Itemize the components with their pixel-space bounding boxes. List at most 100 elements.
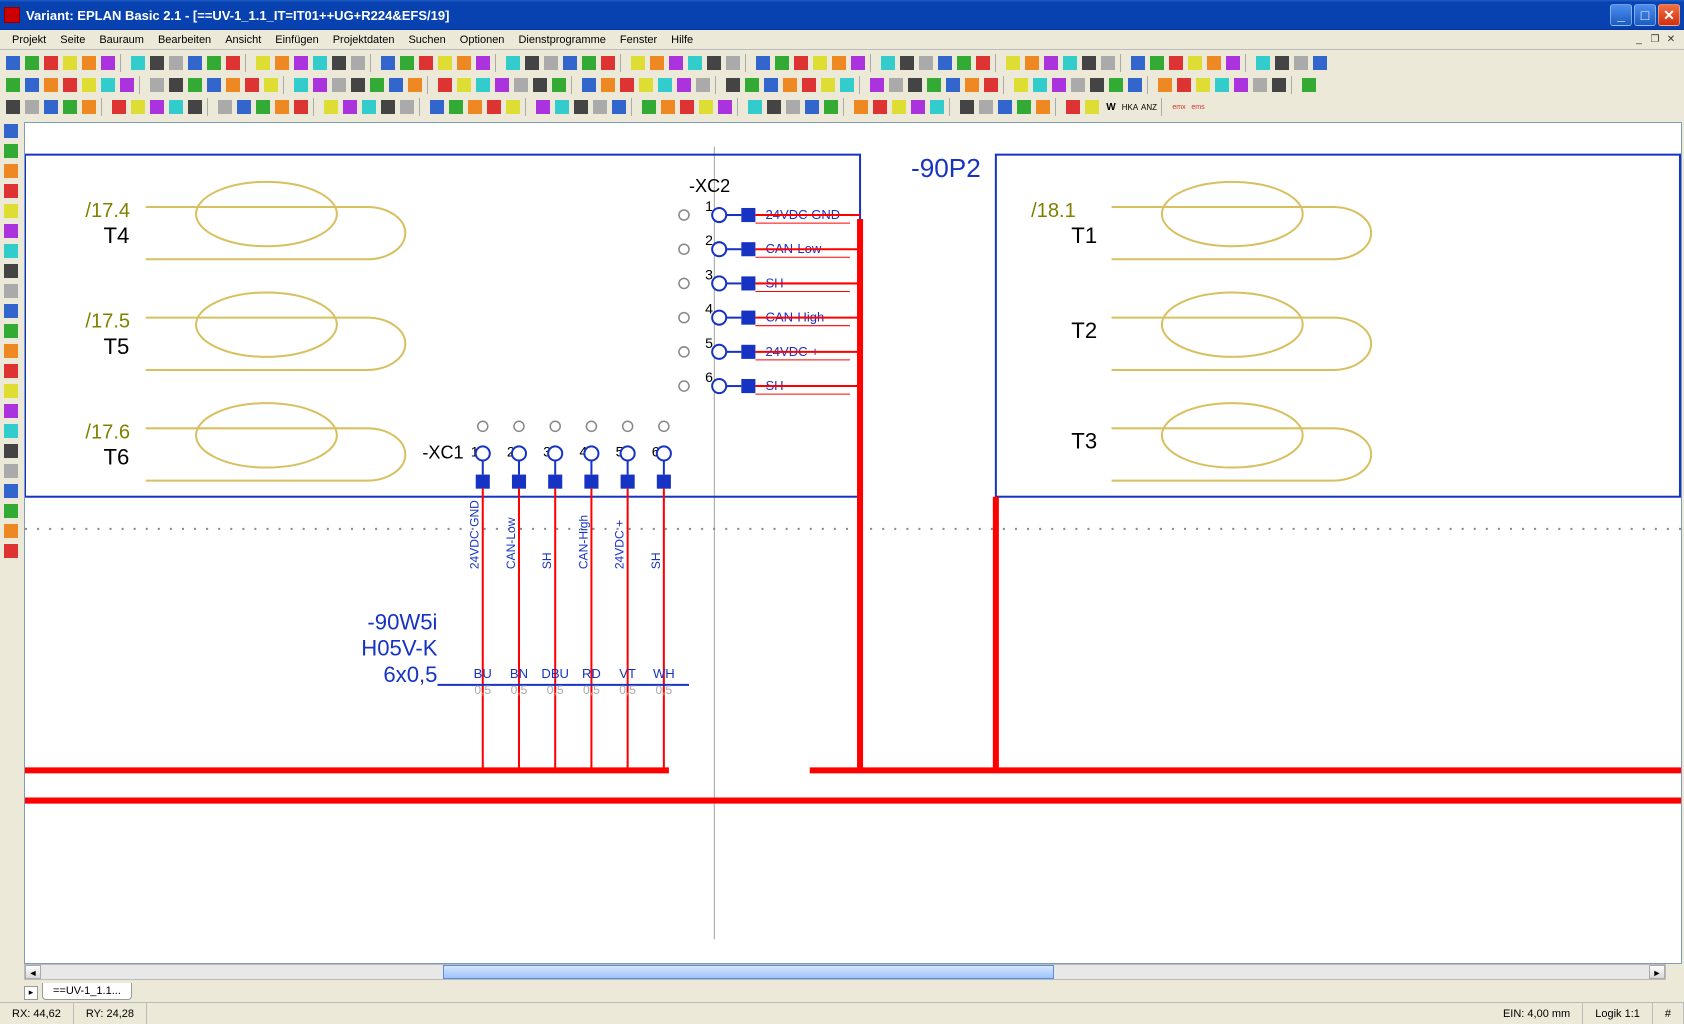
- toolbar-btn-r2-30[interactable]: [618, 76, 636, 94]
- toolbar-btn-anz[interactable]: ANZ: [1140, 98, 1158, 116]
- toolbar-btn-r2-27[interactable]: [550, 76, 568, 94]
- mdi-restore-button[interactable]: ❐: [1648, 33, 1662, 47]
- toolbar-btn-r3-11[interactable]: [235, 98, 253, 116]
- toolbar-btn-r1-28[interactable]: [580, 54, 598, 72]
- toolbar-btn-r1-35[interactable]: [724, 54, 742, 72]
- toolbar-btn-r1-30[interactable]: [629, 54, 647, 72]
- toolbar-btn-r2-47[interactable]: [963, 76, 981, 94]
- toolbar-btn-r1-45[interactable]: [936, 54, 954, 72]
- toolbar-btn-emx[interactable]: emx: [1170, 98, 1188, 116]
- toolbar-btn-r3-30[interactable]: [640, 98, 658, 116]
- left-toolbar-btn-10[interactable]: [2, 322, 20, 340]
- toolbar-btn-r1-59[interactable]: [1224, 54, 1242, 72]
- toolbar-btn-r3-39[interactable]: [822, 98, 840, 116]
- toolbar-btn-r1-39[interactable]: [811, 54, 829, 72]
- toolbar-btn-r1-43[interactable]: [898, 54, 916, 72]
- toolbar-btn-ems[interactable]: ems: [1189, 98, 1207, 116]
- toolbar-btn-r2-2[interactable]: [42, 76, 60, 94]
- left-toolbar-btn-2[interactable]: [2, 162, 20, 180]
- toolbar-btn-r2-53[interactable]: [1088, 76, 1106, 94]
- toolbar-btn-r2-9[interactable]: [186, 76, 204, 94]
- toolbar-btn-r3-51[interactable]: [1083, 98, 1101, 116]
- toolbar-btn-r1-6[interactable]: [129, 54, 147, 72]
- left-toolbar-btn-12[interactable]: [2, 362, 20, 380]
- menu-einfuegen[interactable]: Einfügen: [269, 32, 324, 48]
- toolbar-btn-r1-22[interactable]: [455, 54, 473, 72]
- toolbar-btn-r3-4[interactable]: [80, 98, 98, 116]
- toolbar-btn-r1-46[interactable]: [955, 54, 973, 72]
- toolbar-btn-r2-4[interactable]: [80, 76, 98, 94]
- toolbar-btn-r3-26[interactable]: [553, 98, 571, 116]
- toolbar-btn-r3-0[interactable]: [4, 98, 22, 116]
- menu-suchen[interactable]: Suchen: [402, 32, 451, 48]
- toolbar-btn-r2-38[interactable]: [781, 76, 799, 94]
- toolbar-btn-r3-22[interactable]: [466, 98, 484, 116]
- left-toolbar-btn-19[interactable]: [2, 502, 20, 520]
- toolbar-btn-r1-13[interactable]: [273, 54, 291, 72]
- toolbar-btn-r2-49[interactable]: [1012, 76, 1030, 94]
- toolbar-btn-r1-12[interactable]: [254, 54, 272, 72]
- toolbar-btn-r1-53[interactable]: [1099, 54, 1117, 72]
- toolbar-btn-r2-29[interactable]: [599, 76, 617, 94]
- toolbar-btn-r3-12[interactable]: [254, 98, 272, 116]
- toolbar-btn-r2-61[interactable]: [1251, 76, 1269, 94]
- toolbar-btn-r2-31[interactable]: [637, 76, 655, 94]
- toolbar-btn-r3-44[interactable]: [928, 98, 946, 116]
- mdi-minimize-button[interactable]: _: [1632, 33, 1646, 47]
- toolbar-btn-r1-33[interactable]: [686, 54, 704, 72]
- toolbar-btn-r2-15[interactable]: [311, 76, 329, 94]
- left-toolbar-btn-1[interactable]: [2, 142, 20, 160]
- toolbar-btn-r2-57[interactable]: [1175, 76, 1193, 94]
- toolbar-btn-r3-36[interactable]: [765, 98, 783, 116]
- toolbar-btn-r2-22[interactable]: [455, 76, 473, 94]
- toolbar-btn-r2-13[interactable]: [262, 76, 280, 94]
- toolbar-btn-r1-29[interactable]: [599, 54, 617, 72]
- toolbar-btn-r1-61[interactable]: [1273, 54, 1291, 72]
- toolbar-btn-r1-3[interactable]: [61, 54, 79, 72]
- toolbar-btn-r1-40[interactable]: [830, 54, 848, 72]
- toolbar-btn-r2-11[interactable]: [224, 76, 242, 94]
- toolbar-btn-r2-52[interactable]: [1069, 76, 1087, 94]
- scroll-track[interactable]: [41, 965, 1649, 979]
- toolbar-btn-r3-6[interactable]: [129, 98, 147, 116]
- toolbar-btn-r3-34[interactable]: [716, 98, 734, 116]
- toolbar-btn-r3-31[interactable]: [659, 98, 677, 116]
- toolbar-btn-r1-5[interactable]: [99, 54, 117, 72]
- toolbar-btn-r1-8[interactable]: [167, 54, 185, 72]
- toolbar-btn-r1-11[interactable]: [224, 54, 242, 72]
- toolbar-btn-r3-20[interactable]: [428, 98, 446, 116]
- toolbar-btn-r2-59[interactable]: [1213, 76, 1231, 94]
- toolbar-btn-r2-42[interactable]: [868, 76, 886, 94]
- toolbar-btn-r3-18[interactable]: [379, 98, 397, 116]
- toolbar-btn-r3-43[interactable]: [909, 98, 927, 116]
- left-toolbar-btn-15[interactable]: [2, 422, 20, 440]
- menu-dienstprogramme[interactable]: Dienstprogramme: [512, 32, 611, 48]
- toolbar-btn-r3-17[interactable]: [360, 98, 378, 116]
- toolbar-btn-r1-25[interactable]: [523, 54, 541, 72]
- toolbar-btn-r1-51[interactable]: [1061, 54, 1079, 72]
- toolbar-btn-r2-17[interactable]: [349, 76, 367, 94]
- toolbar-btn-r3-24[interactable]: [504, 98, 522, 116]
- toolbar-btn-r1-42[interactable]: [879, 54, 897, 72]
- toolbar-btn-r1-56[interactable]: [1167, 54, 1185, 72]
- toolbar-btn-r3-7[interactable]: [148, 98, 166, 116]
- toolbar-btn-r1-58[interactable]: [1205, 54, 1223, 72]
- toolbar-btn-r1-37[interactable]: [773, 54, 791, 72]
- left-toolbar-btn-3[interactable]: [2, 182, 20, 200]
- toolbar-btn-r2-56[interactable]: [1156, 76, 1174, 94]
- toolbar-btn-r2-21[interactable]: [436, 76, 454, 94]
- toolbar-btn-r1-16[interactable]: [330, 54, 348, 72]
- left-toolbar-btn-5[interactable]: [2, 222, 20, 240]
- toolbar-btn-r3-46[interactable]: [977, 98, 995, 116]
- toolbar-btn-r1-36[interactable]: [754, 54, 772, 72]
- toolbar-btn-r3-19[interactable]: [398, 98, 416, 116]
- toolbar-btn-r1-7[interactable]: [148, 54, 166, 72]
- toolbar-btn-r1-18[interactable]: [379, 54, 397, 72]
- left-toolbar-btn-6[interactable]: [2, 242, 20, 260]
- toolbar-btn-r1-10[interactable]: [205, 54, 223, 72]
- scroll-thumb[interactable]: [443, 965, 1054, 979]
- left-toolbar-btn-20[interactable]: [2, 522, 20, 540]
- toolbar-btn-r3-15[interactable]: [322, 98, 340, 116]
- toolbar-btn-r2-12[interactable]: [243, 76, 261, 94]
- menu-fenster[interactable]: Fenster: [614, 32, 663, 48]
